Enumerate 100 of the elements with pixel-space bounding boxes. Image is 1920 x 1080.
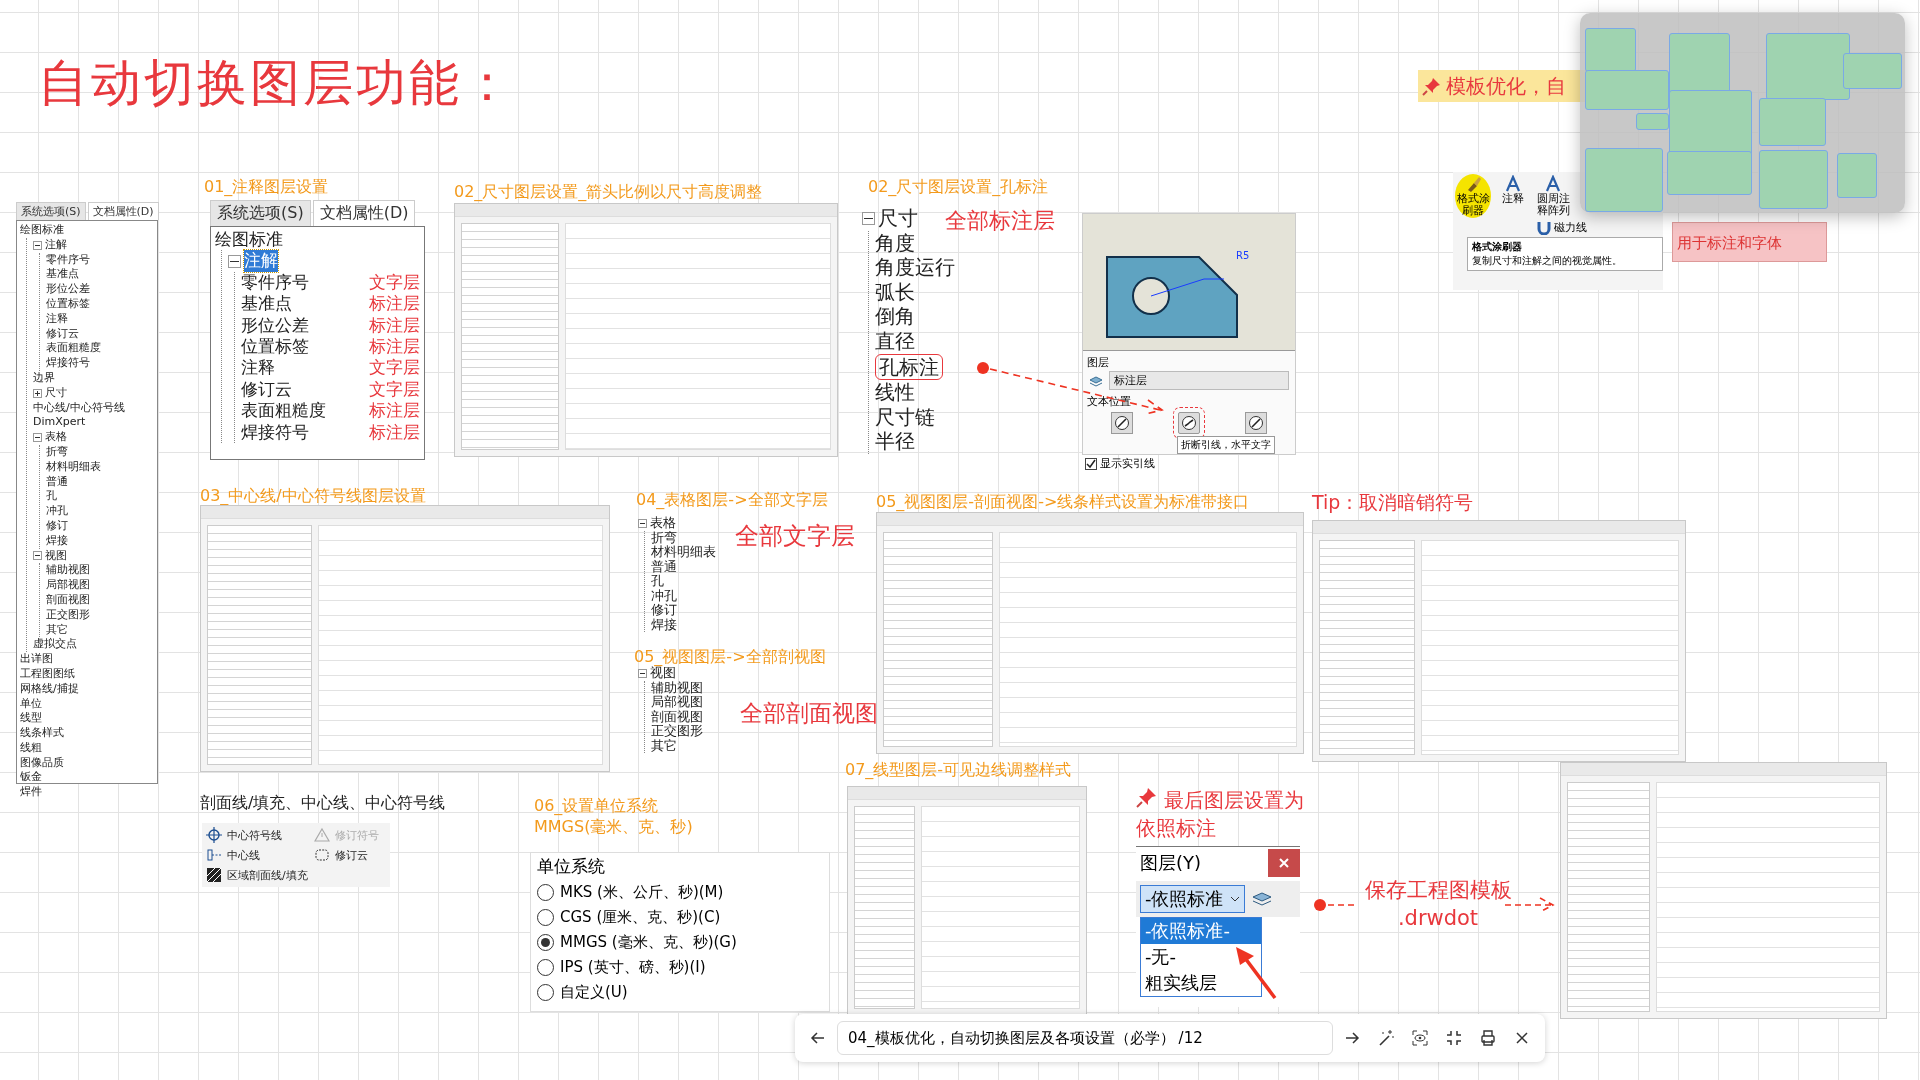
tree-item[interactable]: 工程图图纸 <box>20 666 75 682</box>
tree-item[interactable]: 材料明细表 <box>46 459 101 475</box>
tree-item[interactable]: 虚拟交点 <box>33 637 77 653</box>
tree-item[interactable]: 折弯 <box>46 444 68 460</box>
collapse-icon[interactable] <box>638 518 647 528</box>
dropdown-option[interactable]: -无- <box>1141 944 1261 970</box>
tree-item[interactable]: 辅助视图 <box>46 563 90 579</box>
collapse-icon[interactable] <box>228 254 241 268</box>
ribbon-button[interactable]: 格式涂刷器 <box>1455 174 1491 218</box>
collapse-icon[interactable] <box>33 433 42 443</box>
tree-item[interactable]: 焊接符号 <box>46 356 90 371</box>
tab[interactable]: 系统选项(S) <box>16 202 86 220</box>
tree-item[interactable]: 正交图形 <box>651 724 703 739</box>
tree-item[interactable]: 剖面视图 <box>651 709 703 724</box>
tree-item[interactable]: 零件序号 <box>46 252 90 268</box>
tree-item[interactable]: 网格线/捕捉 <box>20 681 79 697</box>
tree-item[interactable]: 局部视图 <box>46 578 90 593</box>
expand-icon[interactable] <box>33 388 42 398</box>
collapse-icon[interactable] <box>33 240 42 250</box>
tree-item[interactable]: 视图 <box>45 548 67 564</box>
tree-item[interactable]: 线条样式 <box>20 726 64 741</box>
tool-button[interactable]: 修订云 <box>313 847 386 863</box>
tree-item[interactable]: 焊件 <box>20 785 42 801</box>
tree-item[interactable]: 折弯 <box>651 530 677 545</box>
tree-item[interactable]: 冲孔 <box>651 588 677 603</box>
tree-item[interactable]: 普通 <box>46 474 68 490</box>
tree-item[interactable]: 中心线/中心符号线 <box>33 400 125 416</box>
tab[interactable]: 系统选项(S) <box>210 200 311 226</box>
tree-item[interactable]: 尺寸 <box>45 385 67 401</box>
tree-item[interactable]: 表面粗糙度 <box>46 341 101 357</box>
collapse-icon[interactable] <box>638 668 647 678</box>
tree-item[interactable]: 半径 <box>875 429 915 454</box>
tree-item[interactable]: 注解 <box>244 250 278 272</box>
tree-item[interactable]: 绘图标准 <box>215 229 283 251</box>
tree-item[interactable]: 材料明细表 <box>651 545 716 560</box>
tree-item[interactable]: 边界 <box>33 370 55 386</box>
tree-item[interactable]: 修订云 <box>46 326 79 342</box>
tree-item[interactable]: 位置标签 <box>241 336 309 358</box>
tree-item[interactable]: 焊接 <box>46 533 68 549</box>
ribbon-button[interactable]: 圆周注释阵列 <box>1535 174 1571 218</box>
tool-button[interactable]: 中心线 <box>206 847 308 863</box>
tree-item[interactable]: 修订 <box>651 603 677 618</box>
tree-item[interactable]: 角度运行 <box>875 255 955 280</box>
tree-item[interactable]: 注释 <box>241 357 275 379</box>
checkbox[interactable] <box>1085 457 1097 470</box>
ribbon-button[interactable]: 磁力线 <box>1537 220 1587 235</box>
tree-item[interactable]: 注释 <box>46 311 68 327</box>
tree-item[interactable]: DimXpert <box>33 415 86 431</box>
ribbon-button[interactable]: 注释 <box>1495 174 1531 218</box>
dropdown-option[interactable]: -依照标准- <box>1141 918 1261 944</box>
tree-item[interactable]: 线性 <box>875 380 915 405</box>
tree-item[interactable]: 普通 <box>651 559 677 574</box>
tree-item[interactable]: 其它 <box>651 738 677 753</box>
tree-item[interactable]: 基准点 <box>241 293 292 315</box>
tree-item[interactable]: 形位公差 <box>241 314 309 337</box>
layer-dropdown[interactable]: 标注层 <box>1109 371 1289 390</box>
page-title-field[interactable]: 04_模板优化，自动切换图层及各项设置（必学） /12 <box>837 1021 1333 1055</box>
tree-item[interactable]: 修订 <box>46 518 68 534</box>
tab[interactable]: 文档属性(D) <box>87 202 159 220</box>
tree-item[interactable]: 位置标签 <box>46 297 90 312</box>
tree-item[interactable]: 焊接符号 <box>241 421 309 444</box>
tree-item[interactable]: 形位公差 <box>46 282 90 297</box>
tree-item[interactable]: 直径 <box>875 328 915 354</box>
tree-item[interactable]: 表格 <box>650 516 676 531</box>
tree-item[interactable]: 出详图 <box>20 652 53 667</box>
close-button[interactable] <box>1268 849 1300 877</box>
tree-item[interactable]: 冲孔 <box>46 504 68 519</box>
tree-item[interactable]: 注解 <box>45 237 67 253</box>
tree-item[interactable]: 焊接 <box>651 617 677 632</box>
tree-item[interactable]: 钣金 <box>20 770 42 786</box>
text-position-button[interactable] <box>1244 412 1267 434</box>
tool-button[interactable]: 区域剖面线/填充 <box>206 867 308 883</box>
tree-item[interactable]: 尺寸链 <box>875 404 935 430</box>
tree-item[interactable]: 辅助视图 <box>651 680 703 695</box>
collapse-icon[interactable] <box>33 551 42 561</box>
tree-item[interactable]: 孔 <box>46 489 57 505</box>
tree-item[interactable]: 其它 <box>46 622 68 638</box>
tree-item[interactable]: 孔 <box>651 574 664 589</box>
tree-item[interactable]: 角度 <box>875 230 915 256</box>
tree-item[interactable]: 局部视图 <box>651 695 703 710</box>
tab[interactable]: 文档属性(D) <box>312 200 416 226</box>
tree-item[interactable]: 线型 <box>20 711 42 727</box>
tree-item[interactable]: 绘图标准 <box>20 223 64 238</box>
tree-item[interactable]: 图像品质 <box>20 755 64 771</box>
tool-button[interactable]: 中心符号线 <box>206 827 308 843</box>
tree-item[interactable]: 零件序号 <box>241 271 309 294</box>
layer-dropdown[interactable]: -依照标准 <box>1140 885 1245 913</box>
tree-item[interactable]: 孔标注 <box>875 353 943 381</box>
tree-item[interactable]: 倒角 <box>875 304 915 329</box>
tree-item[interactable]: 视图 <box>650 666 676 681</box>
tree-item[interactable]: 剖面视图 <box>46 592 90 608</box>
tree-item[interactable]: 正交图形 <box>46 607 90 623</box>
collapse-icon[interactable] <box>862 211 875 225</box>
tree-item[interactable]: 表面粗糙度 <box>241 400 326 422</box>
dropdown-option[interactable]: 粗实线层 <box>1141 970 1261 996</box>
tree-item[interactable]: 表格 <box>45 430 67 445</box>
tree-item[interactable]: 单位 <box>20 696 42 712</box>
tree-item[interactable]: 修订云 <box>241 378 292 401</box>
tree-item[interactable]: 弧长 <box>875 279 915 305</box>
tree-item[interactable]: 线粗 <box>20 740 42 756</box>
